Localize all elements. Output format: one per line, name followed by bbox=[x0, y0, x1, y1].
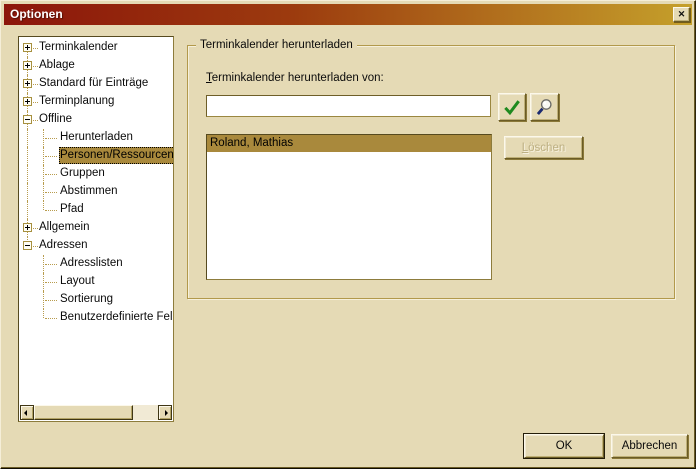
check-icon bbox=[499, 97, 525, 117]
search-button[interactable] bbox=[530, 93, 559, 121]
tree-expand-plus-icon[interactable] bbox=[23, 97, 32, 106]
tree-item-label: Allgemein bbox=[38, 219, 93, 236]
window-title: Optionen bbox=[10, 7, 63, 21]
tree-collapse-minus-icon[interactable] bbox=[23, 241, 32, 250]
tree-item-label: Adressen bbox=[38, 237, 91, 254]
tree-item[interactable]: Herunterladen bbox=[20, 129, 172, 147]
tree-connector bbox=[27, 165, 28, 183]
tree-item[interactable]: Layout bbox=[20, 273, 172, 291]
tree-item-label: Pfad bbox=[59, 201, 87, 218]
tree-connector bbox=[43, 273, 44, 291]
tree-body: TerminkalenderAblageStandard für Einträg… bbox=[20, 39, 172, 327]
magnifier-icon bbox=[531, 97, 558, 117]
scroll-left-button[interactable] bbox=[20, 405, 34, 420]
tree-item-label: Standard für Einträge bbox=[38, 75, 151, 92]
tree-connector bbox=[43, 255, 44, 273]
tree-connector bbox=[27, 129, 28, 147]
tree-expand-plus-icon[interactable] bbox=[23, 223, 32, 232]
tree-item-label: Herunterladen bbox=[59, 129, 136, 146]
tree-item-label: Terminkalender bbox=[38, 39, 121, 56]
tree-item-label: Offline bbox=[38, 111, 75, 128]
options-dialog: Optionen ✕ TerminkalenderAblageStandard … bbox=[0, 0, 696, 469]
tree-connector bbox=[43, 201, 44, 210]
tree-item[interactable]: Adressen bbox=[20, 237, 172, 255]
people-resources-list[interactable]: Roland, Mathias bbox=[206, 134, 492, 280]
tree-connector bbox=[43, 165, 44, 183]
title-bar: Optionen ✕ bbox=[4, 4, 692, 25]
tree-connector bbox=[27, 147, 28, 165]
tree-expand-plus-icon[interactable] bbox=[23, 79, 32, 88]
tree-item-label: Abstimmen bbox=[59, 183, 121, 200]
tree-item[interactable]: Benutzerdefinierte Felder bbox=[20, 309, 172, 327]
tree-item[interactable]: Standard für Einträge bbox=[20, 75, 172, 93]
tree-item-label: Personen/Ressourcen bbox=[59, 147, 174, 164]
tree-item[interactable]: Personen/Ressourcen bbox=[20, 147, 172, 165]
tree-item[interactable]: Ablage bbox=[20, 57, 172, 75]
tree-item-label: Gruppen bbox=[59, 165, 108, 182]
tree-item[interactable]: Offline bbox=[20, 111, 172, 129]
tree-item-label: Layout bbox=[59, 273, 98, 290]
tree-item[interactable]: Pfad bbox=[20, 201, 172, 219]
tree-item[interactable]: Sortierung bbox=[20, 291, 172, 309]
tree-expand-plus-icon[interactable] bbox=[23, 61, 32, 70]
ok-button[interactable]: OK bbox=[524, 434, 604, 458]
groupbox-title: Terminkalender herunterladen bbox=[196, 38, 357, 53]
tree-item-label: Adresslisten bbox=[59, 255, 126, 272]
tree-connector bbox=[43, 309, 44, 318]
arrow-left-icon bbox=[24, 410, 27, 416]
download-groupbox: Terminkalender herunterladen Terminkalen… bbox=[187, 45, 675, 299]
tree-item[interactable]: Terminplanung bbox=[20, 93, 172, 111]
options-tree[interactable]: TerminkalenderAblageStandard für Einträg… bbox=[18, 36, 174, 422]
scrollbar-thumb[interactable] bbox=[34, 405, 133, 420]
tree-item[interactable]: Terminkalender bbox=[20, 39, 172, 57]
tree-item-label: Benutzerdefinierte Felder bbox=[59, 309, 174, 326]
arrow-right-icon bbox=[165, 410, 168, 416]
download-from-input[interactable] bbox=[206, 95, 491, 117]
tree-item-label: Terminplanung bbox=[38, 93, 117, 110]
tree-connector bbox=[27, 183, 28, 201]
delete-button[interactable]: Löschen bbox=[504, 136, 583, 159]
tree-connector bbox=[43, 291, 44, 309]
tree-item[interactable]: Adresslisten bbox=[20, 255, 172, 273]
list-item[interactable]: Roland, Mathias bbox=[207, 135, 491, 152]
tree-item[interactable]: Gruppen bbox=[20, 165, 172, 183]
download-from-label: Terminkalender herunterladen von: bbox=[206, 72, 384, 84]
tree-item[interactable]: Allgemein bbox=[20, 219, 172, 237]
cancel-button[interactable]: Abbrechen bbox=[611, 434, 688, 458]
tree-connector bbox=[43, 183, 44, 201]
close-button[interactable]: ✕ bbox=[673, 7, 690, 22]
close-icon: ✕ bbox=[678, 9, 686, 19]
tree-connector bbox=[27, 201, 28, 219]
tree-expand-plus-icon[interactable] bbox=[23, 43, 32, 52]
tree-connector bbox=[43, 147, 44, 165]
tree-horizontal-scrollbar[interactable] bbox=[20, 405, 172, 420]
tree-item-label: Sortierung bbox=[59, 291, 116, 308]
tree-collapse-minus-icon[interactable] bbox=[23, 115, 32, 124]
tree-connector bbox=[43, 129, 44, 147]
tree-item-label: Ablage bbox=[38, 57, 78, 74]
scroll-right-button[interactable] bbox=[158, 405, 172, 420]
confirm-button[interactable] bbox=[498, 93, 526, 121]
tree-item[interactable]: Abstimmen bbox=[20, 183, 172, 201]
